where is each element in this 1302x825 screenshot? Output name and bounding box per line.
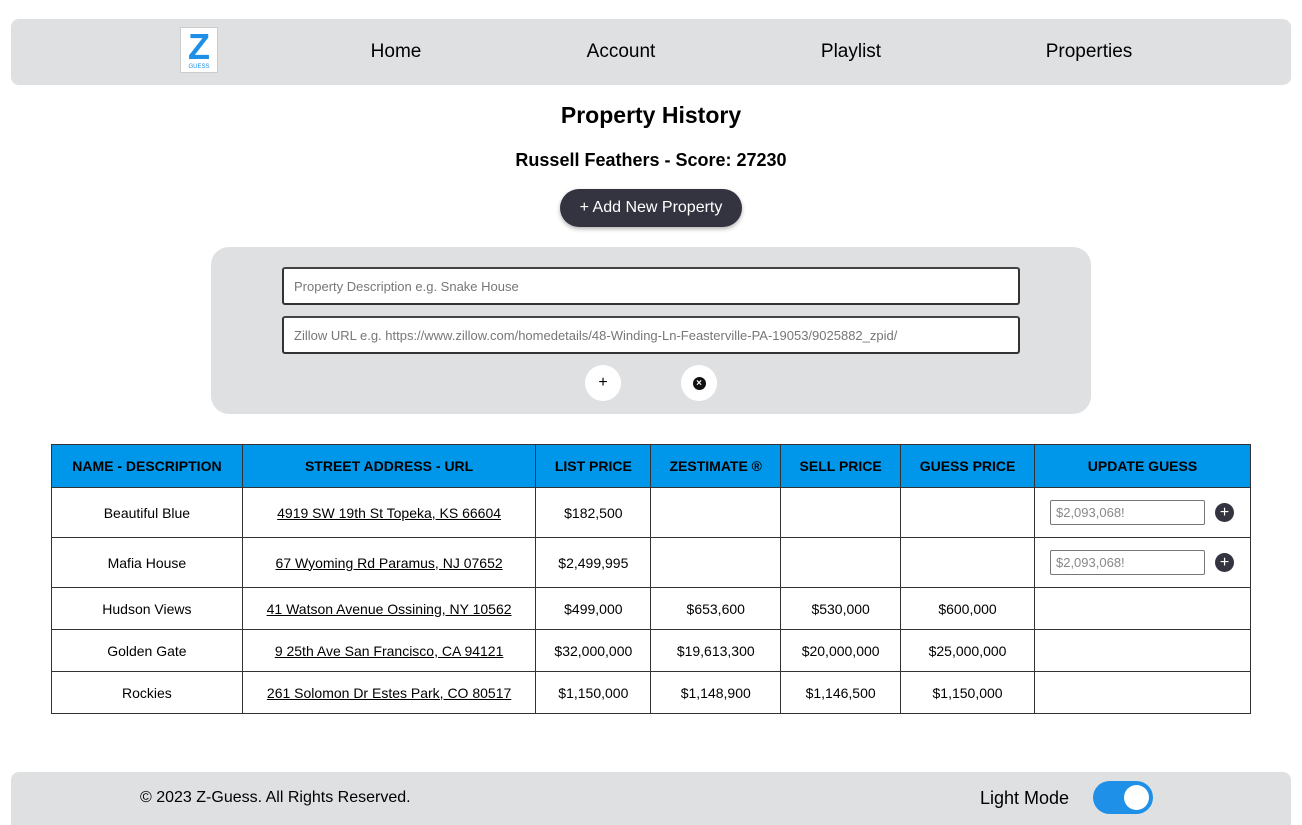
list-price: $2,499,995 — [535, 537, 652, 588]
property-name: Hudson Views — [51, 587, 243, 630]
user-score: Russell Feathers - Score: 27230 — [515, 150, 787, 170]
header-zestimate: ZESTIMATE ® — [650, 444, 782, 488]
header-name: NAME - DESCRIPTION — [51, 444, 243, 488]
sell-price: $530,000 — [780, 587, 902, 630]
guess-price — [900, 537, 1035, 588]
address-link[interactable]: 4919 SW 19th St Topeka, KS 66604 — [277, 505, 501, 521]
header-guess-price: GUESS PRICE — [900, 444, 1035, 488]
address-cell: 67 Wyoming Rd Paramus, NJ 07652 — [241, 537, 537, 588]
sell-price — [780, 487, 902, 538]
address-cell: 9 25th Ave San Francisco, CA 94121 — [241, 629, 537, 672]
copyright: © 2023 Z-Guess. All Rights Reserved. — [140, 789, 411, 806]
property-name: Rockies — [51, 671, 243, 714]
nav-playlist[interactable]: Playlist — [821, 41, 881, 63]
plus-icon: + — [598, 374, 608, 391]
zestimate: $19,613,300 — [650, 629, 782, 672]
submit-guess-button[interactable]: + — [1214, 553, 1234, 572]
mode-label: Light Mode — [980, 788, 1070, 808]
table-row: Golden Gate 9 25th Ave San Francisco, CA… — [51, 629, 1252, 672]
zestimate: $1,148,900 — [650, 671, 782, 714]
zillow-url-input[interactable] — [282, 316, 1020, 354]
guess-price: $1,150,000 — [900, 671, 1035, 714]
submit-property-button[interactable]: + — [585, 365, 621, 401]
list-price: $182,500 — [535, 487, 652, 538]
address-cell: 41 Watson Avenue Ossining, NY 10562 — [241, 587, 537, 630]
update-guess-cell — [1033, 629, 1252, 672]
property-table: NAME - DESCRIPTION STREET ADDRESS - URL … — [51, 444, 1252, 714]
description-input[interactable] — [282, 267, 1020, 305]
logo-subtext: GUESS — [188, 64, 210, 70]
list-price: $1,150,000 — [535, 671, 652, 714]
header-sell-price: SELL PRICE — [780, 444, 902, 488]
property-name: Mafia House — [51, 537, 243, 588]
plus-icon: + — [1219, 554, 1230, 571]
guess-input[interactable] — [1049, 500, 1205, 525]
zestimate — [650, 487, 782, 538]
submit-guess-button[interactable]: + — [1214, 503, 1234, 522]
nav-home[interactable]: Home — [371, 41, 422, 63]
guess-price — [900, 487, 1035, 538]
navbar: Z GUESS Home Account Playlist Properties — [11, 19, 1291, 85]
list-price: $32,000,000 — [535, 629, 652, 672]
header-list-price: LIST PRICE — [535, 444, 652, 488]
property-name: Golden Gate — [51, 629, 243, 672]
update-guess-cell — [1033, 671, 1252, 714]
list-price: $499,000 — [535, 587, 652, 630]
add-property-form: + × — [211, 247, 1091, 414]
nav-account[interactable]: Account — [587, 41, 656, 63]
add-property-button[interactable]: + Add New Property — [560, 189, 742, 227]
toggle-knob — [1124, 785, 1149, 810]
zestimate — [650, 537, 782, 588]
sell-price: $20,000,000 — [780, 629, 902, 672]
close-circle-icon: × — [692, 376, 706, 390]
logo[interactable]: Z GUESS — [180, 27, 218, 73]
address-link[interactable]: 41 Watson Avenue Ossining, NY 10562 — [267, 601, 512, 617]
sell-price — [780, 537, 902, 588]
address-link[interactable]: 67 Wyoming Rd Paramus, NJ 07652 — [276, 555, 503, 571]
cancel-button[interactable]: × — [681, 365, 717, 401]
sell-price: $1,146,500 — [780, 671, 902, 714]
plus-icon: + — [1219, 504, 1230, 521]
nav-properties[interactable]: Properties — [1046, 41, 1133, 63]
address-cell: 261 Solomon Dr Estes Park, CO 80517 — [241, 671, 537, 714]
guess-price: $600,000 — [900, 587, 1035, 630]
guess-input[interactable] — [1049, 550, 1205, 575]
footer: © 2023 Z-Guess. All Rights Reserved. Lig… — [11, 772, 1291, 825]
light-mode-toggle[interactable] — [1093, 781, 1153, 814]
update-guess-cell — [1033, 587, 1252, 630]
address-cell: 4919 SW 19th St Topeka, KS 66604 — [241, 487, 537, 538]
guess-price: $25,000,000 — [900, 629, 1035, 672]
header-update-guess: UPDATE GUESS — [1033, 444, 1252, 488]
zestimate: $653,600 — [650, 587, 782, 630]
table-row: Beautiful Blue 4919 SW 19th St Topeka, K… — [51, 487, 1252, 538]
address-link[interactable]: 261 Solomon Dr Estes Park, CO 80517 — [267, 685, 511, 701]
table-row: Mafia House 67 Wyoming Rd Paramus, NJ 07… — [51, 537, 1252, 588]
update-guess-cell: + — [1033, 487, 1252, 538]
page-title: Property History — [560, 102, 742, 128]
logo-letter: Z — [188, 26, 210, 67]
update-guess-cell: + — [1033, 537, 1252, 588]
table-row: Hudson Views 41 Watson Avenue Ossining, … — [51, 587, 1252, 630]
header-address: STREET ADDRESS - URL — [241, 444, 537, 488]
address-link[interactable]: 9 25th Ave San Francisco, CA 94121 — [275, 643, 504, 659]
property-name: Beautiful Blue — [51, 487, 243, 538]
table-row: Rockies 261 Solomon Dr Estes Park, CO 80… — [51, 671, 1252, 714]
